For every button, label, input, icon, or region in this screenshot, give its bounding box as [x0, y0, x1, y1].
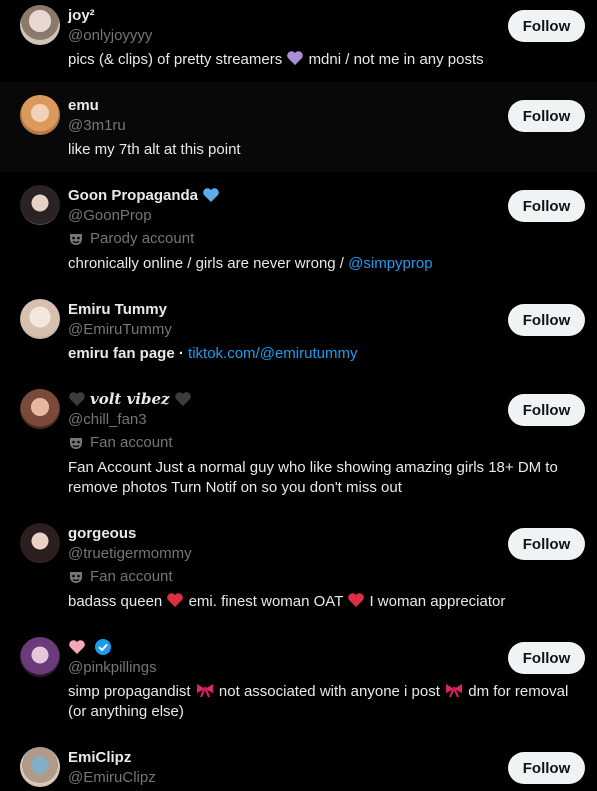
red-heart-icon [348, 593, 365, 607]
follow-button[interactable]: Follow [508, 528, 585, 560]
black-heart-icon [174, 392, 191, 406]
user-row[interactable]: @pinkpillings simp propagandist not asso… [0, 624, 597, 734]
mask-icon [70, 437, 82, 449]
avatar[interactable] [20, 185, 60, 225]
ribbon-icon [446, 684, 463, 698]
handle[interactable]: @3m1ru [68, 117, 126, 134]
follow-button[interactable]: Follow [508, 752, 585, 784]
user-row[interactable]: gorgeous @truetigermommy Fan account bad… [0, 510, 597, 624]
avatar[interactable] [20, 637, 60, 677]
display-name[interactable]: EmiClipz [68, 749, 131, 766]
follow-button[interactable]: Follow [508, 642, 585, 674]
handle[interactable]: @EmiruClipz [68, 769, 156, 786]
follow-button[interactable]: Follow [508, 190, 585, 222]
bio-url-link[interactable]: tiktok.com/@emirutummy [188, 345, 357, 362]
ribbon-icon [196, 684, 213, 698]
user-row[interactable]: Emiru Tummy @EmiruTummy emiru fan page ·… [0, 286, 597, 376]
bio: pics (& clips) of pretty streamers mdni … [68, 50, 577, 70]
mask-icon [70, 571, 82, 583]
handle[interactable]: @GoonProp [68, 207, 152, 224]
user-row[interactable]: joy² @onlyjoyyyy pics (& clips) of prett… [0, 0, 597, 82]
bio: Fan Account Just a normal guy who like s… [68, 459, 558, 496]
handle[interactable]: @pinkpillings [68, 659, 157, 676]
account-label: Fan account [68, 434, 173, 451]
blue-heart-icon [203, 188, 219, 202]
user-row[interactable]: volt vibez @chill_fan3 Fan account Fan A… [0, 376, 597, 510]
bio-text: mdni / not me in any posts [308, 51, 484, 68]
bio-text: pics (& clips) of pretty streamers [68, 51, 283, 68]
account-label: Parody account [68, 230, 194, 247]
follow-button[interactable]: Follow [508, 10, 585, 42]
follow-button[interactable]: Follow [508, 394, 585, 426]
bio-text: simp propagandist [68, 683, 191, 700]
bio-mention-link[interactable]: @simpyprop [348, 255, 432, 272]
handle[interactable]: @chill_fan3 [68, 411, 147, 428]
avatar[interactable] [20, 389, 60, 429]
verified-badge-icon [95, 639, 111, 655]
pink-heart-icon [69, 640, 85, 654]
bio: chronically online / girls are never wro… [68, 254, 577, 274]
bio: emiru fan page · tiktok.com/@emirutummy [68, 344, 577, 364]
bio: like my 7th alt at this point [68, 141, 241, 158]
avatar[interactable] [20, 95, 60, 135]
bio: simp propagandist not associated with an… [68, 682, 577, 722]
display-name[interactable]: gorgeous [68, 525, 136, 542]
avatar[interactable] [20, 5, 60, 45]
account-label-text: Fan account [90, 568, 173, 585]
display-name[interactable]: Emiru Tummy [68, 301, 167, 318]
bio-text: emi. finest woman OAT [188, 593, 344, 610]
follow-button[interactable]: Follow [508, 100, 585, 132]
black-heart-icon [69, 392, 85, 406]
account-label-text: Fan account [90, 434, 173, 451]
display-name[interactable]: emu [68, 97, 99, 114]
account-label-text: Parody account [90, 230, 195, 247]
avatar[interactable] [20, 299, 60, 339]
avatar[interactable] [20, 523, 60, 563]
account-label: Fan account [68, 568, 173, 585]
user-row[interactable]: EmiClipz @EmiruClipz Follow [0, 734, 597, 791]
mask-icon [70, 233, 82, 245]
follow-button[interactable]: Follow [508, 304, 585, 336]
red-heart-icon [167, 593, 184, 607]
bio: badass queen emi. finest woman OAT I wom… [68, 592, 577, 612]
display-name[interactable]: Goon Propaganda [68, 187, 198, 204]
display-name[interactable]: joy² [68, 7, 95, 24]
user-row[interactable]: Goon Propaganda @GoonProp Parody account… [0, 172, 597, 286]
handle[interactable]: @onlyjoyyyy [68, 27, 152, 44]
bio-text: I woman appreciator [369, 593, 506, 610]
avatar[interactable] [20, 747, 60, 787]
bio-text: chronically online / girls are never wro… [68, 255, 349, 272]
purple-heart-icon [287, 51, 304, 65]
user-row[interactable]: emu @3m1ru like my 7th alt at this point… [0, 82, 597, 172]
display-name[interactable]: volt vibez [90, 390, 170, 408]
bio-text: badass queen [68, 593, 163, 610]
bio-text: not associated with anyone i post [218, 683, 440, 700]
handle[interactable]: @truetigermommy [68, 545, 192, 562]
bio-text: emiru fan page · [68, 345, 189, 362]
handle[interactable]: @EmiruTummy [68, 321, 172, 338]
